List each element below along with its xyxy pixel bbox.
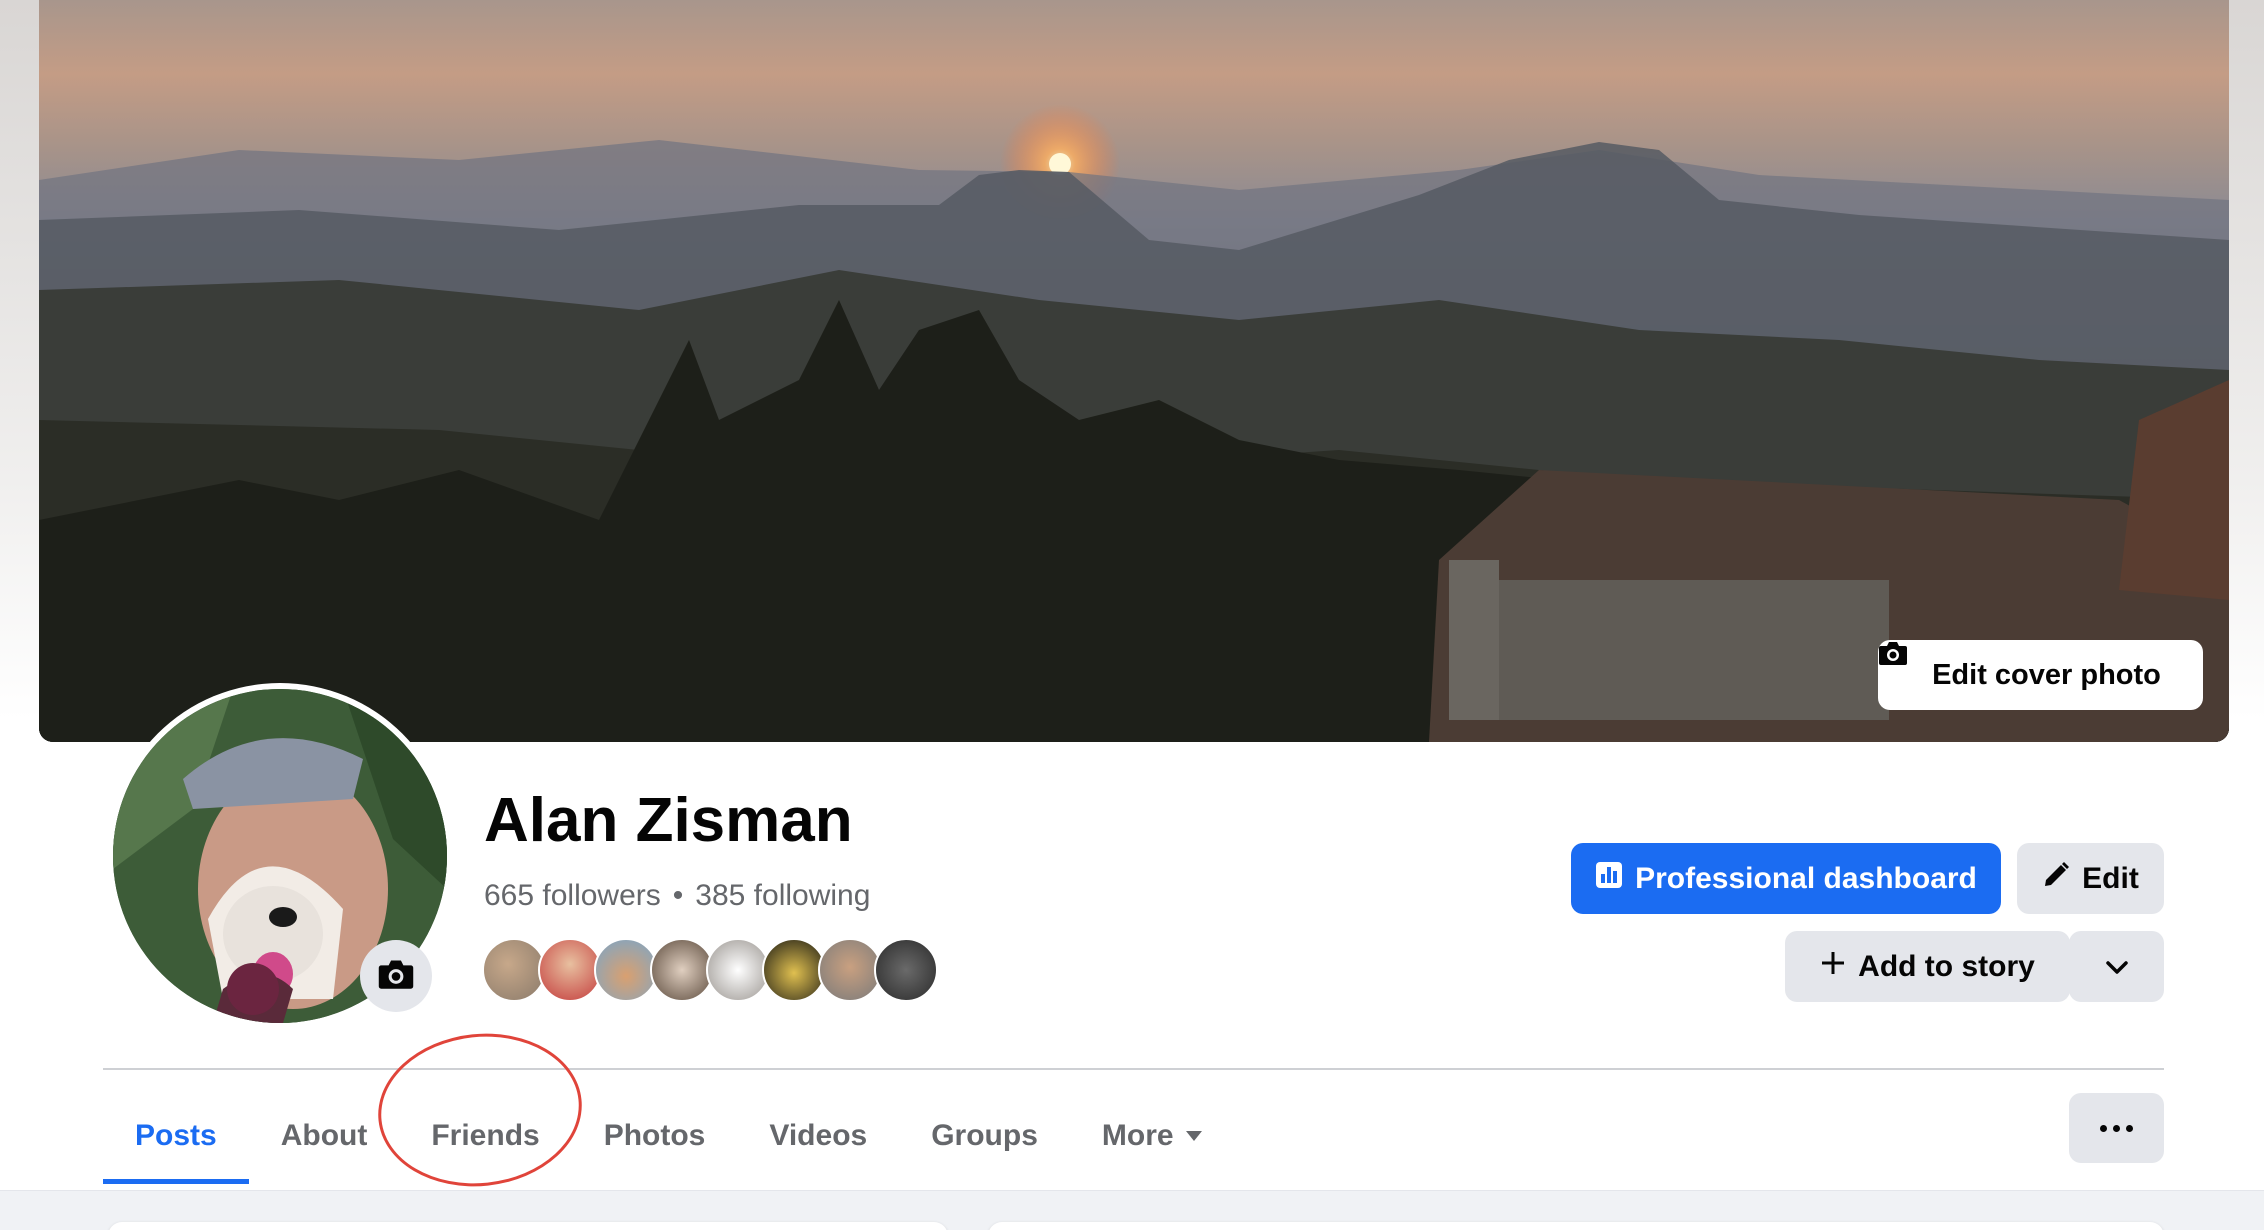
intro-card bbox=[108, 1222, 948, 1230]
tab-photos[interactable]: Photos bbox=[572, 1088, 738, 1184]
more-horizontal-icon bbox=[2113, 1124, 2120, 1132]
profile-name: Alan Zisman bbox=[484, 786, 853, 855]
edit-profile-button[interactable]: Edit bbox=[2017, 843, 2164, 914]
expand-button[interactable] bbox=[2069, 931, 2164, 1002]
edit-cover-photo-button[interactable]: Edit cover photo bbox=[1878, 640, 2203, 710]
separator-dot: • bbox=[672, 879, 684, 912]
professional-dashboard-label: Professional dashboard bbox=[1635, 861, 1977, 895]
tab-about[interactable]: About bbox=[249, 1088, 400, 1184]
add-to-story-button[interactable]: Add to story bbox=[1785, 931, 2070, 1002]
friend-avatars[interactable] bbox=[482, 938, 938, 1004]
friend-avatar[interactable] bbox=[818, 938, 882, 1002]
friend-avatar[interactable] bbox=[650, 938, 714, 1002]
bar-chart-icon bbox=[1595, 861, 1623, 897]
tab-label: About bbox=[280, 1119, 368, 1152]
friend-avatar[interactable] bbox=[538, 938, 602, 1002]
camera-icon bbox=[377, 958, 415, 995]
tab-label: Posts bbox=[135, 1119, 217, 1152]
tab-label: Photos bbox=[603, 1119, 706, 1152]
tab-more[interactable]: More bbox=[1070, 1088, 1234, 1184]
caret-down-icon bbox=[1185, 1131, 1202, 1141]
more-options-button[interactable] bbox=[2069, 1093, 2164, 1163]
tab-groups[interactable]: Groups bbox=[899, 1088, 1070, 1184]
pencil-icon bbox=[2042, 861, 2070, 897]
update-profile-picture-button[interactable] bbox=[360, 940, 432, 1012]
follow-stats: 665 followers • 385 following bbox=[484, 879, 870, 913]
cover-photo[interactable]: Edit cover photo bbox=[39, 0, 2229, 742]
friend-avatar[interactable] bbox=[762, 938, 826, 1002]
profile-tabs: Posts About Friends Photos Videos Groups… bbox=[103, 1088, 1234, 1184]
friend-avatar[interactable] bbox=[874, 938, 938, 1002]
friend-avatar[interactable] bbox=[482, 938, 546, 1002]
friend-avatar[interactable] bbox=[594, 938, 658, 1002]
tab-label: More bbox=[1101, 1119, 1174, 1152]
edit-profile-label: Edit bbox=[2082, 861, 2139, 895]
edit-cover-photo-label: Edit cover photo bbox=[1932, 658, 2161, 691]
tab-label: Groups bbox=[931, 1119, 1038, 1152]
tab-videos[interactable]: Videos bbox=[737, 1088, 899, 1184]
more-horizontal-icon bbox=[2126, 1124, 2133, 1132]
composer-card bbox=[988, 1222, 2164, 1230]
followers-link[interactable]: 665 followers bbox=[484, 879, 661, 913]
add-to-story-label: Add to story bbox=[1858, 949, 2035, 983]
tab-label: Videos bbox=[769, 1119, 868, 1152]
tab-posts[interactable]: Posts bbox=[103, 1088, 249, 1184]
friend-avatar[interactable] bbox=[706, 938, 770, 1002]
cover-landscape bbox=[39, 104, 2229, 742]
chevron-down-icon bbox=[2105, 950, 2129, 984]
following-link[interactable]: 385 following bbox=[695, 879, 870, 913]
more-horizontal-icon bbox=[2100, 1124, 2107, 1132]
professional-dashboard-button[interactable]: Professional dashboard bbox=[1571, 843, 2001, 914]
plus-icon bbox=[1820, 950, 1846, 984]
